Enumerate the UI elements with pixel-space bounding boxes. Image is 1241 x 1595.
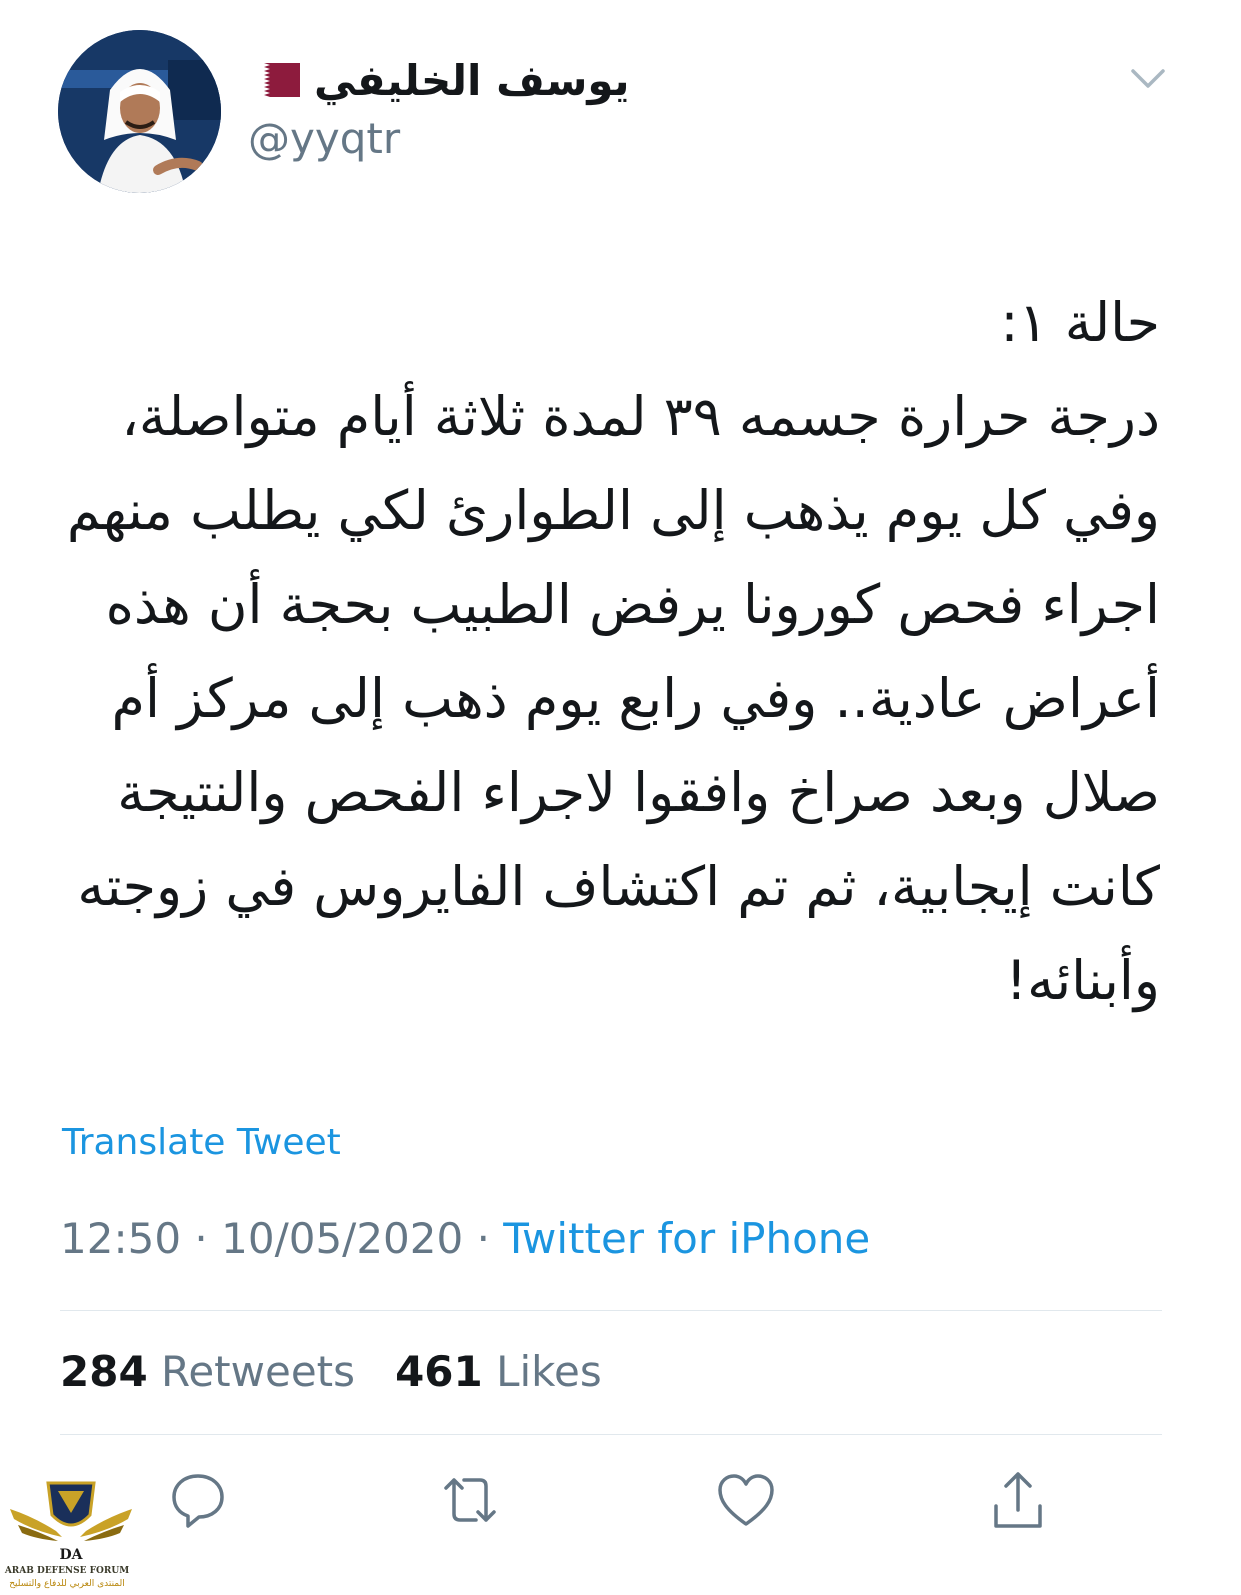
watermark-subtitle: المنتدى العربي للدفاع والتسليح (9, 1579, 125, 1589)
likes-label: Likes (496, 1347, 602, 1396)
retweet-button[interactable] (438, 1468, 502, 1532)
tweet-source-link[interactable]: Twitter for iPhone (503, 1214, 870, 1263)
engagement-stats: 284 Retweets 461 Likes (60, 1347, 602, 1396)
share-button[interactable] (986, 1468, 1050, 1532)
meta-separator: · (476, 1214, 490, 1263)
divider (60, 1310, 1162, 1311)
retweets-count: 284 (60, 1347, 148, 1396)
tweet-date: 10/05/2020 (221, 1214, 464, 1263)
likes-count: 461 (395, 1347, 483, 1396)
watermark-logo-letters: DA (59, 1547, 83, 1563)
watermark-title: ARAB DEFENSE FORUM (4, 1566, 130, 1576)
translate-tweet-link[interactable]: Translate Tweet (62, 1122, 341, 1163)
share-icon (994, 1472, 1042, 1528)
like-button[interactable] (714, 1468, 778, 1532)
tweet-meta: 12:50 · 10/05/2020 · Twitter for iPhone (60, 1214, 870, 1263)
retweets-stat[interactable]: 284 Retweets (60, 1347, 355, 1396)
heart-icon (718, 1474, 774, 1526)
reply-button[interactable] (166, 1468, 230, 1532)
display-name[interactable]: يوسف الخليفي (314, 56, 630, 105)
retweet-icon (444, 1478, 496, 1522)
meta-separator: · (194, 1214, 208, 1263)
reply-icon (172, 1474, 224, 1528)
chevron-down-icon[interactable] (1130, 66, 1166, 92)
divider (60, 1434, 1162, 1435)
username-handle[interactable]: @yyqtr (248, 114, 400, 163)
tweet-text: حالة ١: درجة حرارة جسمه ٣٩ لمدة ثلاثة أي… (66, 291, 1160, 1012)
qatar-flag-icon (248, 63, 300, 97)
retweets-label: Retweets (161, 1347, 356, 1396)
author-name-row: يوسف الخليفي (248, 50, 630, 110)
avatar[interactable] (58, 30, 221, 193)
tweet-time: 12:50 (60, 1214, 182, 1263)
likes-stat[interactable]: 461 Likes (395, 1347, 602, 1396)
